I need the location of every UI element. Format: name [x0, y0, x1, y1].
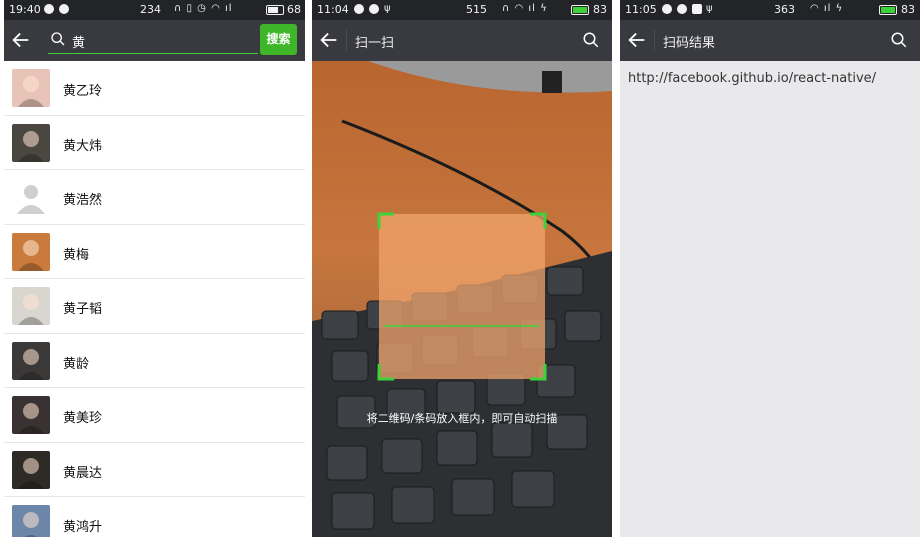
network-speed: 515: [466, 3, 487, 16]
back-arrow-icon[interactable]: [626, 29, 648, 51]
battery-level: 83: [901, 3, 915, 16]
status-time: 11:04: [317, 3, 349, 16]
contact-name: 黄子韬: [63, 302, 103, 317]
usb-icon: ψ: [384, 3, 392, 14]
info-icon: [662, 4, 672, 14]
avatar: [12, 450, 50, 489]
notification-icon: [59, 4, 69, 14]
scan-result-text[interactable]: http://facebook.github.io/react-native/: [628, 71, 876, 86]
avatar: [12, 232, 50, 271]
result-screen: 11:05 ψ 363 ◠ ıl ϟ 83 扫码结果 http://facebo…: [620, 0, 920, 537]
avatar: [12, 123, 50, 162]
back-arrow-icon[interactable]: [318, 29, 340, 51]
toolbar-divider: [654, 30, 655, 51]
battery-icon: [571, 5, 589, 15]
avatar: [12, 505, 50, 537]
image-icon: [692, 4, 702, 14]
info-icon: [354, 4, 364, 14]
battery-icon: [266, 5, 284, 15]
list-item[interactable]: 黄大炜: [4, 116, 305, 170]
list-item[interactable]: 黄乙玲: [4, 61, 305, 116]
list-item[interactable]: 黄梅: [4, 225, 305, 279]
list-item[interactable]: 黄晨达: [4, 443, 305, 497]
battery-level: 68: [287, 3, 301, 16]
contact-name: 黄梅: [63, 247, 90, 263]
contact-name: 黄乙玲: [63, 84, 103, 99]
status-bar: 19:40 234 ∩ ▯ ◷ ◠ ıl 68: [4, 0, 305, 20]
scan-toolbar: 扫一扫: [312, 20, 612, 61]
battery-icon: [879, 5, 897, 15]
list-item[interactable]: 黄龄: [4, 334, 305, 388]
search-icon: [51, 32, 65, 46]
status-bar: 11:04 ψ 515 ∩ ◠ ıl ϟ 83: [312, 0, 612, 20]
notification-icon: [677, 4, 687, 14]
page-title: 扫码结果: [663, 36, 716, 51]
status-time: 11:05: [625, 3, 657, 16]
avatar: [12, 178, 50, 216]
contact-name: 黄龄: [63, 356, 90, 372]
avatar: [12, 341, 50, 380]
network-speed: 234: [140, 3, 161, 16]
avatar: [12, 396, 50, 434]
contact-name: 黄鸿升: [63, 520, 103, 535]
network-speed: 363: [774, 3, 795, 16]
search-input[interactable]: 黄: [48, 28, 258, 54]
scan-screen: 11:04 ψ 515 ∩ ◠ ıl ϟ 83 扫一扫 将二维码/条码放入框内，…: [312, 0, 612, 537]
status-bar: 11:05 ψ 363 ◠ ıl ϟ 83: [620, 0, 920, 20]
usb-icon: ψ: [706, 3, 714, 14]
search-icon[interactable]: [582, 31, 600, 49]
status-icons: ∩ ◠ ıl ϟ: [502, 3, 548, 14]
scan-hint: 将二维码/条码放入框内，即可自动扫描: [366, 412, 558, 425]
search-toolbar: 黄 搜索: [4, 20, 305, 61]
result-toolbar: 扫码结果: [620, 20, 920, 61]
contact-name: 黄晨达: [63, 465, 103, 481]
search-icon[interactable]: [890, 31, 908, 49]
status-icons: ◠ ıl ϟ: [810, 3, 844, 14]
list-item[interactable]: 黄浩然: [4, 170, 305, 225]
search-screen: 19:40 234 ∩ ▯ ◷ ◠ ıl 68 黄 搜索 黄乙玲黄大炜黄浩然黄梅…: [4, 0, 305, 537]
search-button[interactable]: 搜索: [260, 24, 297, 55]
list-item[interactable]: 黄美珍: [4, 388, 305, 443]
info-icon: [44, 4, 54, 14]
result-list: 黄乙玲黄大炜黄浩然黄梅黄子韬黄龄黄美珍黄晨达黄鸿升: [4, 61, 305, 537]
notification-icon: [369, 4, 379, 14]
search-query: 黄: [72, 36, 86, 51]
contact-name: 黄美珍: [63, 411, 103, 426]
status-time: 19:40: [9, 3, 41, 16]
contact-name: 黄大炜: [63, 138, 103, 154]
battery-level: 83: [593, 3, 607, 16]
list-item[interactable]: 黄子韬: [4, 279, 305, 334]
avatar: [12, 287, 50, 325]
toolbar-divider: [346, 30, 347, 51]
list-item[interactable]: 黄鸿升: [4, 497, 305, 537]
contact-name: 黄浩然: [63, 193, 103, 208]
back-arrow-icon[interactable]: [10, 29, 32, 51]
page-title: 扫一扫: [355, 36, 395, 51]
camera-preview: [312, 61, 612, 537]
avatar: [12, 69, 50, 107]
status-icons: ∩ ▯ ◷ ◠ ıl: [174, 3, 233, 14]
